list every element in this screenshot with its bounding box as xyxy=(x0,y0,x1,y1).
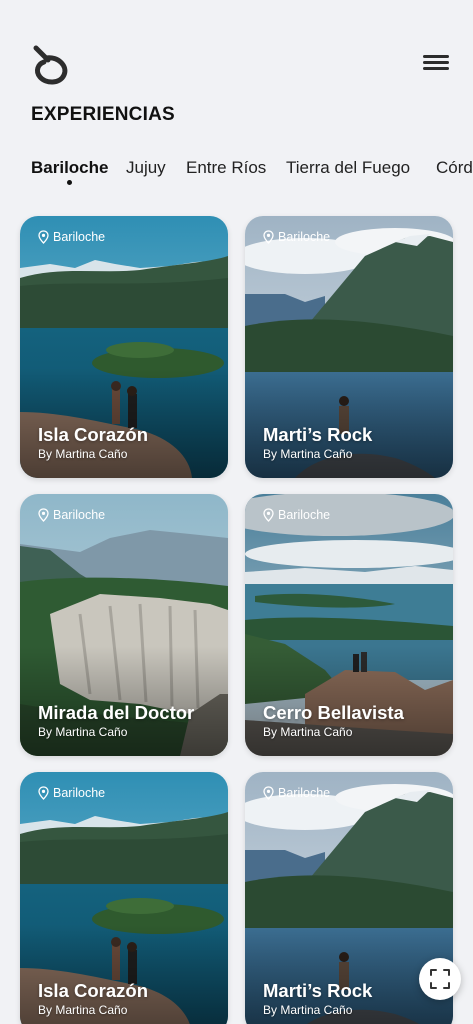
card-gradient xyxy=(245,646,453,756)
location-pin-icon xyxy=(263,786,274,800)
card-location: Bariloche xyxy=(263,508,330,522)
tab-entre-rios[interactable]: Entre Ríos xyxy=(186,158,266,178)
menu-line xyxy=(423,55,449,58)
tab-bariloche[interactable]: Bariloche xyxy=(31,158,108,178)
card-title: Isla Corazón xyxy=(38,980,148,1001)
card-location: Bariloche xyxy=(263,230,330,244)
card-title: Mirada del Doctor xyxy=(38,702,195,723)
experience-card[interactable]: Bariloche Marti’s Rock By Martina Caño xyxy=(245,216,453,478)
location-pin-icon xyxy=(263,508,274,522)
menu-line xyxy=(423,61,449,64)
experience-card[interactable]: Bariloche Cerro Bellavista By Martina Ca… xyxy=(245,494,453,756)
card-author: By Martina Caño xyxy=(38,725,128,739)
app-screen: EXPERIENCIAS Bariloche Jujuy Entre Ríos … xyxy=(0,0,473,1024)
location-pin-icon xyxy=(263,230,274,244)
tab-tierra-del-fuego[interactable]: Tierra del Fuego xyxy=(286,158,410,178)
location-pin-icon xyxy=(38,786,49,800)
card-location: Bariloche xyxy=(38,786,105,800)
card-title: Isla Corazón xyxy=(38,424,148,445)
card-author: By Martina Caño xyxy=(263,1003,353,1017)
brand-logo-icon[interactable] xyxy=(28,44,70,86)
experience-card[interactable]: Bariloche Isla Corazón By Martina Caño xyxy=(20,216,228,478)
card-author: By Martina Caño xyxy=(263,725,353,739)
active-tab-indicator xyxy=(67,180,72,185)
tab-jujuy[interactable]: Jujuy xyxy=(126,158,166,178)
card-title: Cerro Bellavista xyxy=(263,702,404,723)
fullscreen-button[interactable] xyxy=(419,958,461,1000)
experience-card[interactable]: Bariloche Isla Corazón By Martina Caño xyxy=(20,772,228,1024)
card-title: Marti’s Rock xyxy=(263,980,373,1001)
card-author: By Martina Caño xyxy=(263,447,353,461)
card-author: By Martina Caño xyxy=(38,447,128,461)
card-gradient xyxy=(20,368,228,478)
location-pin-icon xyxy=(38,508,49,522)
card-location: Bariloche xyxy=(38,230,105,244)
hamburger-menu-icon[interactable] xyxy=(420,50,452,76)
card-gradient xyxy=(245,368,453,478)
menu-line xyxy=(423,67,449,70)
card-title: Marti’s Rock xyxy=(263,424,373,445)
page-title: EXPERIENCIAS xyxy=(31,104,175,125)
card-location-label: Bariloche xyxy=(53,230,106,244)
card-gradient xyxy=(20,646,228,756)
card-location-label: Bariloche xyxy=(53,508,106,522)
card-location-label: Bariloche xyxy=(278,786,331,800)
card-location: Bariloche xyxy=(38,508,105,522)
location-pin-icon xyxy=(38,230,49,244)
tab-cordoba[interactable]: Córd xyxy=(436,158,473,178)
card-location-label: Bariloche xyxy=(278,508,331,522)
fullscreen-expand-icon xyxy=(430,969,450,989)
experience-card[interactable]: Bariloche Mirada del Doctor By Martina C… xyxy=(20,494,228,756)
card-location-label: Bariloche xyxy=(278,230,331,244)
card-location-label: Bariloche xyxy=(53,786,106,800)
card-author: By Martina Caño xyxy=(38,1003,128,1017)
card-location: Bariloche xyxy=(263,786,330,800)
